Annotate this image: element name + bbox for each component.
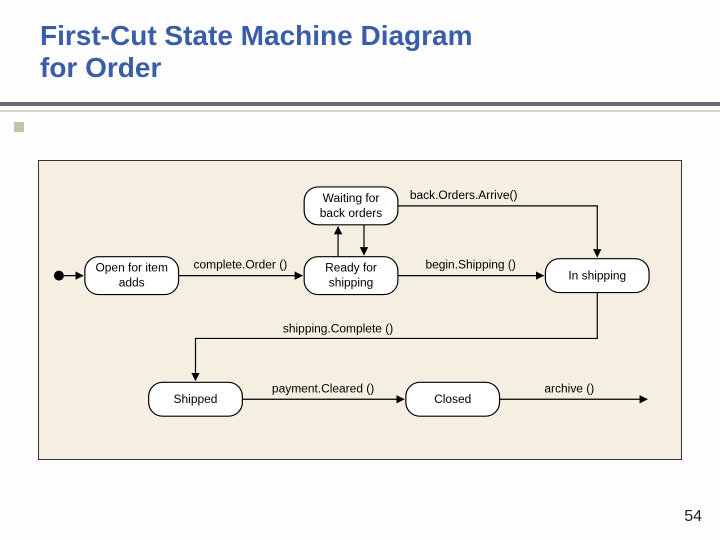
state-shipped: Shipped: [149, 382, 243, 416]
label-complete-order: complete.Order (): [194, 258, 288, 272]
svg-text:adds: adds: [119, 276, 145, 290]
state-ready-label-l1: Ready for: [325, 261, 377, 275]
label-payment-cleared: payment.Cleared (): [272, 381, 374, 395]
state-open: Open for item adds: [85, 257, 179, 295]
divider-dark: [0, 102, 720, 106]
state-closed-label: Closed: [434, 392, 471, 406]
state-open-label-l2: adds: [119, 276, 145, 290]
slide-title: First-Cut State Machine Diagram for Orde…: [40, 20, 680, 84]
svg-text:Ready for: Ready for: [325, 261, 377, 275]
transition-backorders-arrive: [398, 206, 597, 257]
state-ready: Ready for shipping: [304, 257, 398, 295]
page-number: 54: [684, 508, 702, 526]
svg-text:Waiting for: Waiting for: [323, 191, 380, 205]
state-waiting-label-l2: back orders: [320, 206, 382, 220]
state-shipped-label: Shipped: [174, 392, 218, 406]
title-line-2: for Order: [40, 52, 161, 83]
label-backorders-arrive: back.Orders.Arrive(): [410, 188, 518, 202]
square-bullet-icon: [14, 122, 24, 132]
state-waiting: Waiting for back orders: [304, 187, 398, 225]
svg-text:Open for item: Open for item: [95, 261, 167, 275]
label-shipping-complete: shipping.Complete (): [283, 321, 393, 335]
state-inshipping-label: In shipping: [568, 269, 626, 283]
state-machine-diagram: Open for item adds Waiting for back orde…: [39, 161, 681, 460]
slide: First-Cut State Machine Diagram for Orde…: [0, 0, 720, 540]
state-open-label-l1: Open for item: [95, 261, 167, 275]
svg-text:back orders: back orders: [320, 206, 382, 220]
initial-state-icon: [54, 271, 64, 281]
state-inshipping: In shipping: [545, 259, 649, 293]
svg-text:shipping: shipping: [329, 276, 374, 290]
state-closed: Closed: [406, 382, 500, 416]
divider-light: [0, 110, 720, 112]
state-waiting-label-l1: Waiting for: [323, 191, 380, 205]
title-line-1: First-Cut State Machine Diagram: [40, 20, 473, 51]
diagram-frame: Open for item adds Waiting for back orde…: [38, 160, 682, 460]
state-ready-label-l2: shipping: [329, 276, 374, 290]
label-begin-shipping: begin.Shipping (): [425, 258, 515, 272]
label-archive: archive (): [544, 381, 594, 395]
transition-shipping-complete: [196, 293, 598, 381]
